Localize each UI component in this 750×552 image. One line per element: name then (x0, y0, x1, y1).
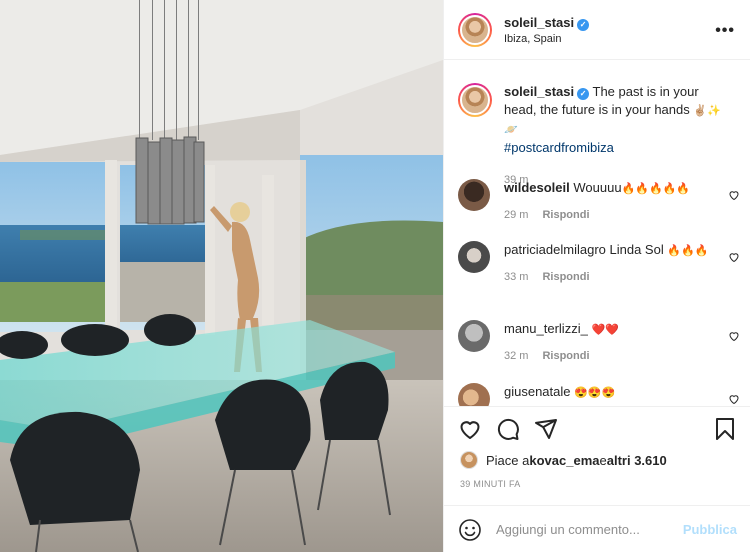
comment-username[interactable]: wildesoleil (504, 180, 570, 195)
post-location[interactable]: Ibiza, Spain (504, 33, 589, 45)
post-image (0, 0, 443, 552)
comment-item: manu_terlizzi_ ❤️❤️ 32 m Rispondi (458, 320, 748, 365)
post-timestamp[interactable]: 39 MINUTI FA (460, 479, 521, 489)
comment-like-heart-icon[interactable] (728, 393, 740, 405)
caption-username[interactable]: soleil_stasi (504, 84, 574, 99)
comment-time[interactable]: 32 m (504, 350, 528, 362)
post-actions: Piace a kovac_ema e altri 3.610 39 MINUT… (444, 406, 750, 552)
comment-username[interactable]: giusenatale (504, 384, 571, 399)
commenter-avatar[interactable] (458, 383, 490, 406)
reply-button[interactable]: Rispondi (542, 209, 589, 221)
commenter-avatar[interactable] (458, 320, 490, 352)
comment-emojis: ❤️❤️ (591, 324, 619, 336)
caption-hashtag[interactable]: #postcardfromibiza (504, 140, 614, 155)
publish-button[interactable]: Pubblica (683, 522, 737, 537)
action-icons (458, 417, 558, 443)
comment-item: giusenatale 😍😍😍 (458, 383, 748, 406)
comment-emojis: 😍😍😍 (574, 387, 616, 399)
comment-like-heart-icon[interactable] (728, 330, 740, 342)
comment-time[interactable]: 33 m (504, 271, 528, 283)
liker-avatar[interactable] (460, 451, 478, 469)
heart-icon[interactable] (458, 417, 482, 441)
likes-middle: e (599, 452, 607, 468)
reply-button[interactable]: Rispondi (542, 350, 589, 362)
instagram-post-view: soleil_stasi ✓ Ibiza, Spain ••• soleil_st… (0, 0, 750, 552)
comments-list[interactable]: soleil_stasi ✓ The past is in your head, … (444, 61, 750, 406)
verified-badge-icon: ✓ (577, 88, 590, 100)
more-options-icon[interactable]: ••• (715, 22, 735, 40)
comment-like-heart-icon[interactable] (728, 251, 740, 263)
author-avatar[interactable] (458, 83, 492, 117)
caption-row: soleil_stasi ✓ The past is in your head, … (458, 83, 748, 189)
post-header: soleil_stasi ✓ Ibiza, Spain ••• (444, 0, 750, 60)
reply-button[interactable]: Rispondi (542, 271, 589, 283)
comment-emojis: 🔥🔥🔥🔥🔥 (621, 183, 691, 195)
emoji-icon[interactable] (458, 518, 482, 542)
comment-input[interactable] (496, 522, 676, 537)
comment-emojis: 🔥🔥🔥 (667, 245, 709, 257)
comment-icon[interactable] (496, 417, 520, 441)
comment-text: Linda Sol (609, 242, 664, 257)
liker-username[interactable]: kovac_ema (529, 453, 599, 468)
post-photo[interactable] (0, 0, 443, 552)
likes-prefix: Piace a (486, 452, 530, 468)
comment-time[interactable]: 29 m (504, 209, 528, 221)
likes-summary: Piace a kovac_ema e altri 3.610 (460, 451, 667, 469)
comment-like-heart-icon[interactable] (728, 189, 740, 201)
post-side-panel: soleil_stasi ✓ Ibiza, Spain ••• soleil_st… (443, 0, 750, 552)
share-icon[interactable] (534, 417, 558, 441)
comment-composer: Pubblica (444, 505, 750, 552)
author-username[interactable]: soleil_stasi (504, 15, 574, 30)
commenter-avatar[interactable] (458, 241, 490, 273)
verified-badge-icon: ✓ (577, 18, 590, 31)
commenter-avatar[interactable] (458, 179, 490, 211)
comment-text: Wouuuu (573, 180, 622, 195)
comment-username[interactable]: patriciadelmilagro (504, 242, 606, 257)
bookmark-icon[interactable] (713, 417, 737, 441)
author-avatar[interactable] (458, 12, 492, 47)
comment-item: patriciadelmilagro Linda Sol 🔥🔥🔥 33 m Ris… (458, 241, 748, 286)
comment-item: wildesoleil Wouuuu🔥🔥🔥🔥🔥 29 m Rispondi (458, 179, 748, 224)
likes-count[interactable]: altri 3.610 (607, 453, 667, 468)
comment-username[interactable]: manu_terlizzi_ (504, 321, 588, 336)
